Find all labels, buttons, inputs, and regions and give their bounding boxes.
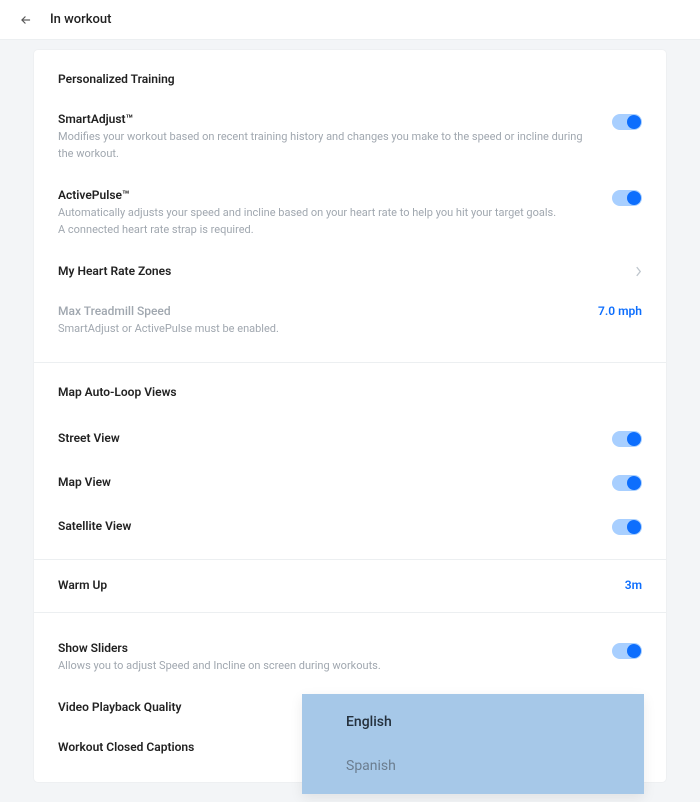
satellite-view-toggle[interactable] (612, 519, 642, 535)
smartadjust-toggle[interactable] (612, 114, 642, 130)
smartadjust-desc: Modifies your workout based on recent tr… (58, 129, 596, 162)
row-street-view: Street View (58, 419, 642, 463)
popup-option-english[interactable]: English (302, 700, 644, 744)
heart-rate-zones-title: My Heart Rate Zones (58, 264, 171, 278)
max-speed-value: 7.0 mph (598, 304, 642, 318)
activepulse-toggle[interactable] (612, 190, 642, 206)
chevron-right-icon (635, 266, 642, 277)
captions-language-popup: English Spanish (302, 694, 644, 794)
section-personalized-training: Personalized Training SmartAdjust™ Modif… (34, 50, 666, 363)
row-show-sliders: Show Sliders Allows you to adjust Speed … (58, 631, 642, 691)
row-content: Show Sliders Allows you to adjust Speed … (58, 641, 612, 675)
row-map-view: Map View (58, 463, 642, 507)
activepulse-desc1: Automatically adjusts your speed and inc… (58, 205, 596, 222)
row-smartadjust: SmartAdjust™ Modifies your workout based… (58, 102, 642, 178)
closed-captions-title: Workout Closed Captions (58, 740, 194, 754)
satellite-view-title: Satellite View (58, 519, 131, 533)
warm-up-value: 3m (625, 578, 642, 592)
show-sliders-toggle[interactable] (612, 643, 642, 659)
map-view-toggle[interactable] (612, 475, 642, 491)
section-warm-up: Warm Up 3m (34, 560, 666, 613)
street-view-title: Street View (58, 431, 120, 445)
warm-up-title: Warm Up (58, 578, 107, 592)
video-quality-title: Video Playback Quality (58, 700, 181, 714)
activepulse-desc2: A connected heart rate strap is required… (58, 222, 596, 239)
max-speed-title: Max Treadmill Speed (58, 304, 582, 318)
row-activepulse: ActivePulse™ Automatically adjusts your … (58, 178, 642, 254)
street-view-toggle[interactable] (612, 431, 642, 447)
section-header: Map Auto-Loop Views (58, 381, 642, 419)
popup-option-spanish[interactable]: Spanish (302, 744, 644, 788)
settings-panel: Personalized Training SmartAdjust™ Modif… (34, 50, 666, 782)
row-content: ActivePulse™ Automatically adjusts your … (58, 188, 612, 238)
activepulse-title: ActivePulse™ (58, 188, 596, 202)
show-sliders-title: Show Sliders (58, 641, 596, 655)
row-content: SmartAdjust™ Modifies your workout based… (58, 112, 612, 162)
row-heart-rate-zones[interactable]: My Heart Rate Zones (58, 254, 642, 294)
top-bar: In workout (0, 0, 700, 40)
max-speed-desc: SmartAdjust or ActivePulse must be enabl… (58, 321, 582, 338)
section-map-views: Map Auto-Loop Views Street View Map View… (34, 363, 666, 560)
smartadjust-title: SmartAdjust™ (58, 112, 596, 126)
row-max-treadmill-speed[interactable]: Max Treadmill Speed SmartAdjust or Activ… (58, 294, 642, 354)
section-header: Personalized Training (58, 68, 642, 102)
row-satellite-view: Satellite View (58, 507, 642, 551)
page-title: In workout (50, 12, 111, 27)
back-arrow-icon[interactable] (18, 12, 34, 28)
show-sliders-desc: Allows you to adjust Speed and Incline o… (58, 658, 596, 675)
row-warm-up[interactable]: Warm Up 3m (58, 568, 642, 608)
row-content: Max Treadmill Speed SmartAdjust or Activ… (58, 304, 598, 338)
map-view-title: Map View (58, 475, 111, 489)
